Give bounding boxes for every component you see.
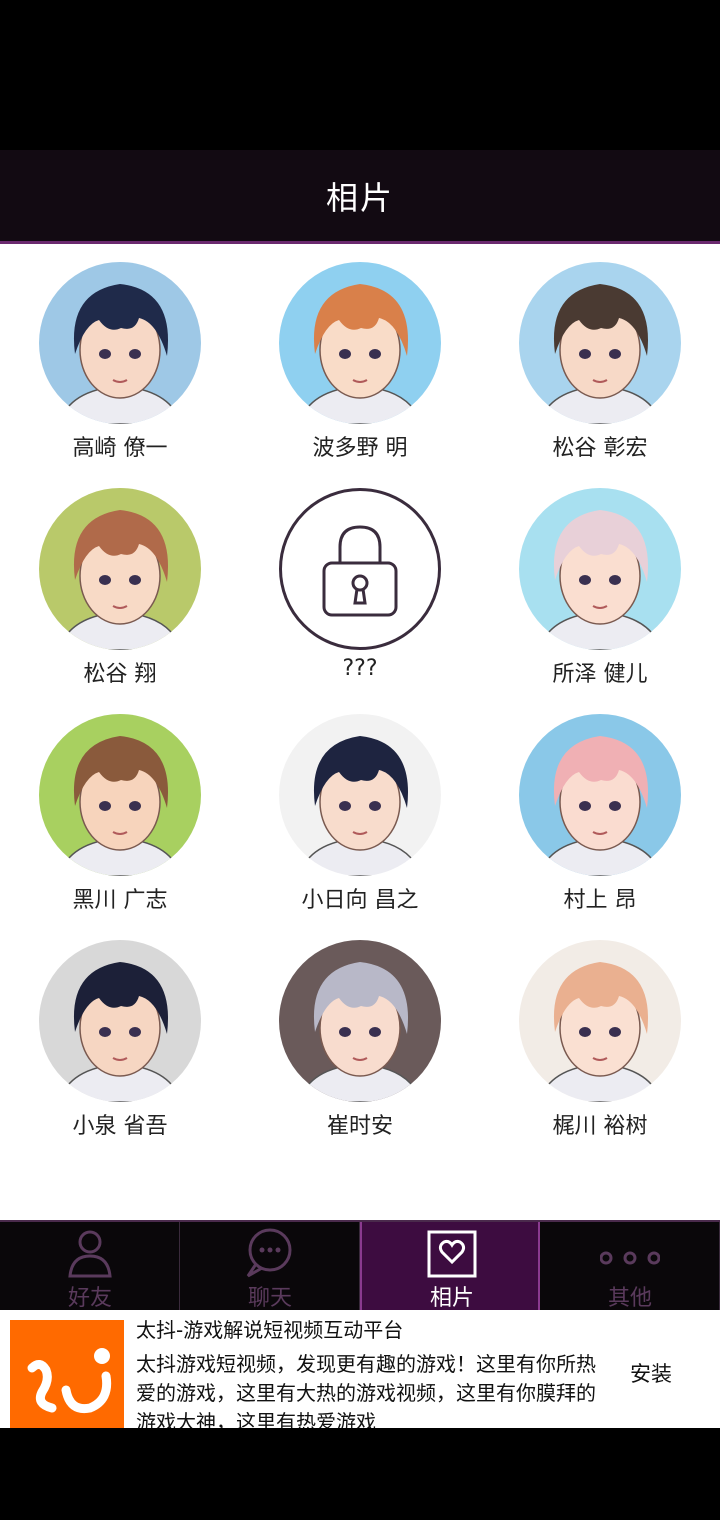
avatar[interactable]: [279, 940, 441, 1102]
tab-friends[interactable]: 好友: [0, 1222, 180, 1311]
character-name: 小日向 昌之: [301, 888, 419, 913]
photo-gallery: 高崎 僚一 波多野 明 松谷 彰宏松谷 翔??? 所泽 健儿黑川 广志 小日向 昌之 村上…: [0, 244, 720, 1220]
photo-item[interactable]: 村上 昂: [480, 696, 720, 922]
photo-item[interactable]: 松谷 彰宏: [480, 244, 720, 470]
avatar[interactable]: [39, 488, 201, 650]
tab-label: 相片: [429, 1286, 474, 1311]
bottom-tab-bar: 好友 聊天 相片 其他: [0, 1220, 720, 1311]
character-name: 黑川 广志: [72, 888, 168, 913]
ad-title: 太抖-游戏解说短视频互动平台: [136, 1318, 404, 1342]
character-name: 所泽 健儿: [552, 662, 648, 687]
system-nav-bar: [0, 1428, 720, 1520]
top-bar: 相片: [0, 150, 720, 244]
character-name: 村上 昂: [563, 888, 637, 913]
ad-banner[interactable]: 太抖-游戏解说短视频互动平台 太抖游戏短视频，发现更有趣的游戏！这里有你所热爱的…: [0, 1310, 720, 1428]
photo-item[interactable]: 小泉 省吾: [0, 922, 240, 1148]
avatar[interactable]: [519, 262, 681, 424]
photo-item[interactable]: 梶川 裕树: [480, 922, 720, 1148]
photo-item[interactable]: 波多野 明: [240, 244, 480, 470]
character-name: 松谷 彰宏: [552, 436, 648, 461]
character-name: 高崎 僚一: [72, 436, 168, 461]
avatar[interactable]: [279, 714, 441, 876]
avatar[interactable]: [519, 488, 681, 650]
locked-avatar[interactable]: [279, 488, 441, 650]
photo-item[interactable]: 所泽 健儿: [480, 470, 720, 696]
tab-label: 好友: [67, 1286, 112, 1311]
character-name: ???: [342, 656, 378, 681]
character-name: 崔时安: [326, 1114, 393, 1139]
more-dots-icon: [600, 1251, 660, 1265]
person-icon: [68, 1230, 112, 1278]
page-title: 相片: [325, 178, 394, 217]
avatar[interactable]: [39, 262, 201, 424]
ad-description: 太抖游戏短视频，发现更有趣的游戏！这里有你所热爱的游戏，这里有大热的游戏视频，这…: [136, 1352, 596, 1428]
character-name: 波多野 明: [312, 436, 408, 461]
locked-photo-item[interactable]: ???: [240, 470, 480, 696]
avatar[interactable]: [39, 714, 201, 876]
heart-photo-icon: [427, 1230, 477, 1278]
character-name: 松谷 翔: [83, 662, 157, 687]
status-bar: [0, 0, 720, 150]
install-button[interactable]: 安装: [630, 1358, 672, 1388]
character-name: 梶川 裕树: [552, 1114, 648, 1139]
avatar[interactable]: [279, 262, 441, 424]
photo-item[interactable]: 高崎 僚一: [0, 244, 240, 470]
avatar[interactable]: [519, 940, 681, 1102]
photo-item[interactable]: 松谷 翔: [0, 470, 240, 696]
tab-chat[interactable]: 聊天: [180, 1222, 360, 1311]
tab-more[interactable]: 其他: [540, 1222, 720, 1311]
avatar[interactable]: [39, 940, 201, 1102]
ad-app-logo: [10, 1320, 124, 1428]
photo-item[interactable]: 崔时安: [240, 922, 480, 1148]
tab-label: 其他: [607, 1286, 652, 1311]
lock-icon: [322, 525, 398, 617]
photo-item[interactable]: 小日向 昌之: [240, 696, 480, 922]
avatar[interactable]: [519, 714, 681, 876]
character-name: 小泉 省吾: [72, 1114, 168, 1139]
tab-label: 聊天: [247, 1286, 292, 1311]
tab-photos[interactable]: 相片: [360, 1222, 540, 1311]
chat-bubble-icon: [246, 1228, 292, 1278]
photo-item[interactable]: 黑川 广志: [0, 696, 240, 922]
